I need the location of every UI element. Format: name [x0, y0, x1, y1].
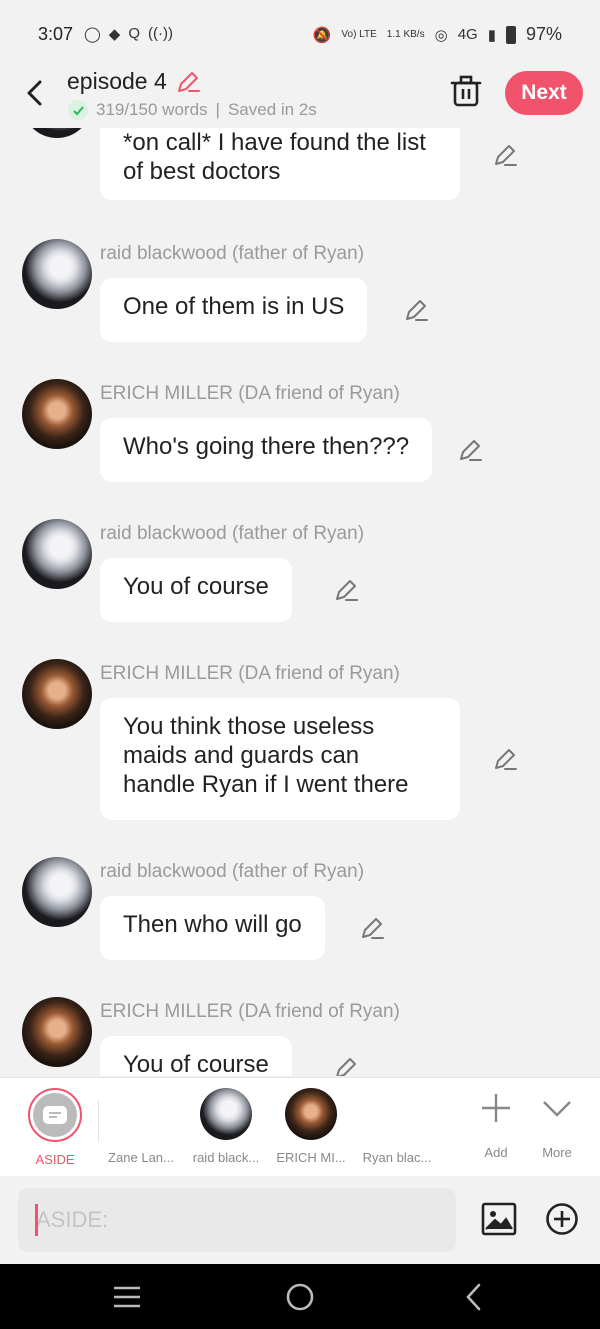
app-icon: ◆ — [108, 26, 121, 43]
message-bubble[interactable]: You of course — [100, 558, 292, 622]
network-speed: 1.1 KB/s — [386, 29, 425, 40]
text-caret — [35, 1204, 38, 1236]
character-aside[interactable]: ASIDE — [22, 1088, 88, 1167]
character-label: ASIDE — [35, 1152, 75, 1167]
chat-list: *on call* I have found the list of best … — [0, 128, 600, 1076]
signal-icon: ▮ — [487, 26, 496, 44]
edit-message-icon[interactable] — [333, 577, 359, 603]
message-bubble[interactable]: Who's going there then??? — [100, 418, 433, 482]
home-icon[interactable] — [285, 1282, 315, 1312]
chevron-down-icon — [543, 1101, 571, 1117]
network-label: Vo) LTE — [341, 29, 377, 40]
avatar[interactable] — [22, 128, 92, 138]
character-label: Ryan blac... — [362, 1150, 432, 1165]
edit-message-icon[interactable] — [492, 142, 518, 168]
edit-message-icon[interactable] — [403, 297, 429, 323]
message-bubble[interactable]: You think those useless maids and guards… — [100, 698, 460, 820]
aside-avatar — [28, 1088, 82, 1142]
status-time: 3:07 — [38, 24, 74, 44]
sender-name: raid blackwood (father of Ryan) — [100, 861, 365, 882]
system-nav-bar — [0, 1264, 600, 1329]
menu-icon[interactable] — [112, 1285, 142, 1309]
avatar[interactable] — [22, 857, 92, 927]
avatar[interactable] — [22, 997, 92, 1067]
notification-icons: ◯ ◆ Q ((·)) — [84, 25, 173, 43]
character-ryan[interactable]: Ryan blac... — [358, 1088, 436, 1165]
avatar — [285, 1088, 337, 1140]
back-nav-icon[interactable] — [462, 1282, 486, 1312]
mute-icon: 🔕 — [312, 26, 332, 44]
save-status: 319/150 words | Saved in 2s — [68, 100, 317, 120]
avatar — [371, 1088, 423, 1140]
saved-status: Saved in 2s — [227, 100, 317, 119]
more-label: More — [542, 1145, 572, 1160]
episode-title-text: episode 4 — [67, 68, 167, 94]
more-button[interactable]: More — [531, 1088, 583, 1160]
image-icon[interactable] — [481, 1202, 517, 1236]
avatar[interactable] — [22, 519, 92, 589]
sender-name: ERICH MILLER (DA friend of Ryan) — [100, 383, 400, 404]
edit-message-icon[interactable] — [359, 915, 385, 941]
character-erich[interactable]: ERICH MI... — [272, 1088, 350, 1165]
battery-percent: 97% — [525, 24, 562, 44]
episode-title[interactable]: episode 4 — [67, 68, 201, 95]
back-arrow-icon[interactable] — [20, 76, 50, 110]
message-bubble[interactable]: One of them is in US — [100, 278, 368, 342]
edit-title-icon[interactable] — [175, 69, 201, 95]
next-button[interactable]: Next — [505, 71, 583, 115]
message-bubble[interactable]: You of course — [100, 1036, 292, 1076]
plus-icon — [482, 1094, 510, 1122]
avatar — [115, 1088, 167, 1140]
aside-icon — [33, 1093, 77, 1137]
input-bar — [0, 1176, 600, 1264]
word-count: 319/150 words — [96, 100, 208, 119]
character-label: raid black... — [192, 1150, 260, 1165]
add-circle-icon[interactable] — [545, 1202, 579, 1236]
system-icons: 🔕 Vo) LTE 1.1 KB/s ◎ 4G ▮ 97% — [313, 24, 562, 45]
hotspot-icon: ((·)) — [148, 25, 173, 42]
edit-message-icon[interactable] — [457, 437, 483, 463]
divider — [98, 1100, 99, 1142]
avatar[interactable] — [22, 379, 92, 449]
signal-label: 4G — [457, 26, 478, 43]
separator: | — [215, 100, 220, 119]
whatsapp-icon: ◯ — [84, 26, 101, 43]
message-bubble[interactable]: *on call* I have found the list of best … — [100, 128, 460, 200]
character-raid[interactable]: raid black... — [187, 1088, 265, 1165]
edit-message-icon[interactable] — [333, 1055, 359, 1076]
edit-message-icon[interactable] — [492, 746, 518, 772]
sender-name: raid blackwood (father of Ryan) — [100, 523, 365, 544]
check-icon — [68, 100, 88, 120]
message-input[interactable] — [18, 1188, 456, 1252]
character-zane[interactable]: Zane Lan... — [102, 1088, 180, 1165]
sender-name: raid blackwood (father of Ryan) — [100, 243, 365, 264]
add-character-button[interactable]: Add — [470, 1088, 522, 1160]
search-app-icon: Q — [128, 25, 141, 42]
add-label: Add — [484, 1145, 508, 1160]
wifi-icon: ◎ — [434, 26, 448, 44]
avatar[interactable] — [22, 659, 92, 729]
avatar[interactable] — [22, 239, 92, 309]
trash-icon[interactable] — [450, 74, 482, 108]
battery-icon — [505, 25, 516, 44]
character-bar: ASIDE Zane Lan... raid black... ERICH MI… — [0, 1077, 600, 1176]
editor-header: episode 4 319/150 words | Saved in 2s Ne… — [0, 62, 600, 128]
sender-name: ERICH MILLER (DA friend of Ryan) — [100, 663, 400, 684]
avatar — [200, 1088, 252, 1140]
sender-name: ERICH MILLER (DA friend of Ryan) — [100, 1001, 400, 1022]
character-label: ERICH MI... — [276, 1150, 346, 1165]
message-bubble[interactable]: Then who will go — [100, 896, 325, 960]
character-label: Zane Lan... — [108, 1150, 174, 1165]
